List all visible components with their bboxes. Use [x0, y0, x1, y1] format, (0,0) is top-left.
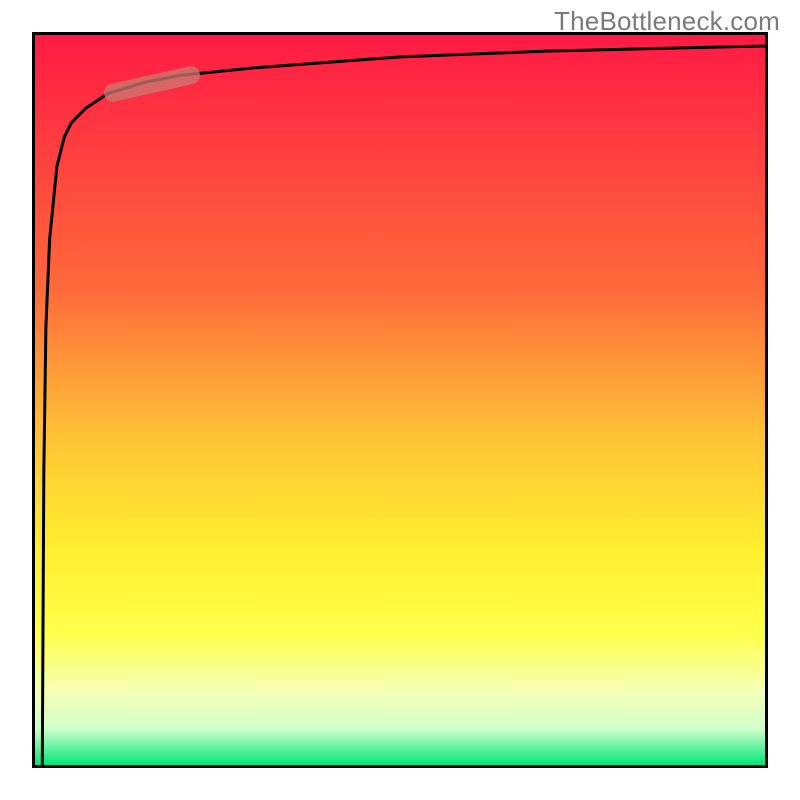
plot-frame: [32, 32, 768, 768]
curve-line: [42, 46, 765, 765]
curve-layer: [35, 35, 765, 765]
chart-stage: TheBottleneck.com: [0, 0, 800, 800]
